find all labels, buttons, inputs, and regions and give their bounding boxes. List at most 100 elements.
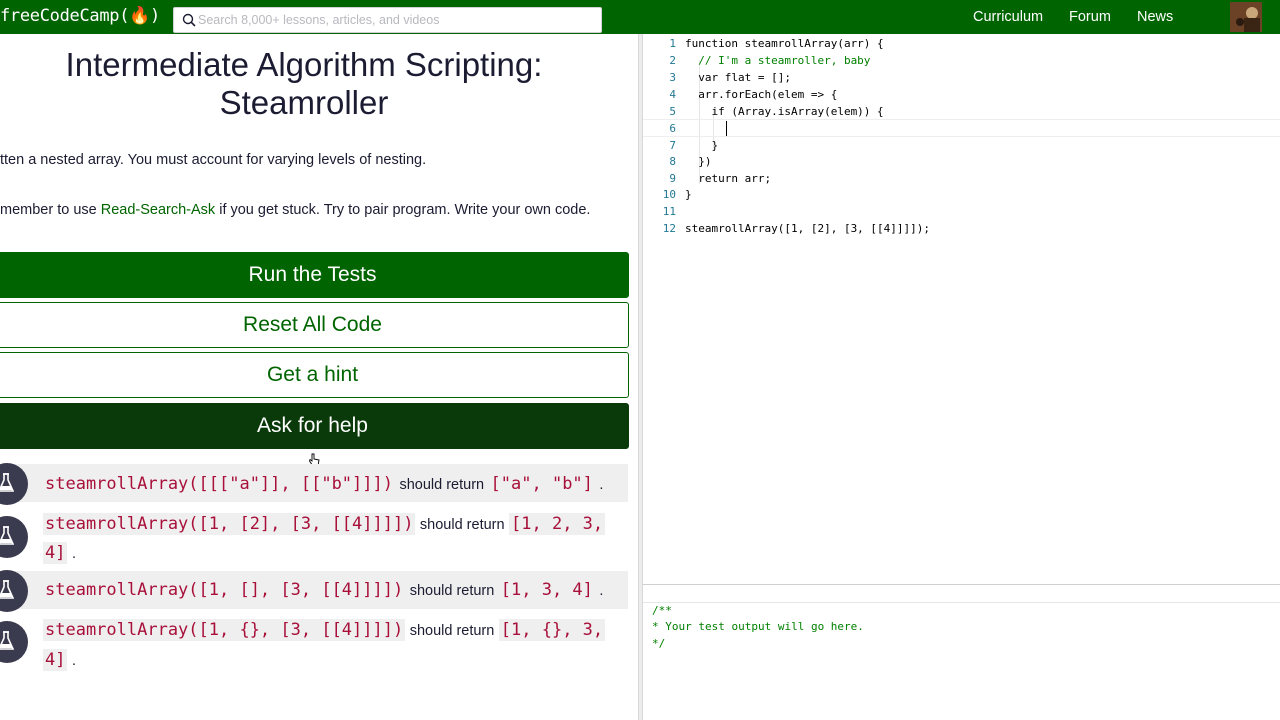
code-text[interactable]: } [685,186,692,203]
test-call-code: steamrollArray([1, [2], [3, [[4]]]]) [43,513,416,535]
code-text[interactable]: function steamrollArray(arr) { [685,35,884,52]
search-icon [182,13,196,27]
test-text-wrap: 4] . [43,542,76,564]
avatar[interactable] [1230,2,1262,32]
test-mid-text: should return [399,477,485,493]
flask-icon [0,473,14,492]
code-text[interactable] [685,120,725,137]
test-status-badge [0,621,28,663]
output-divider [643,584,1280,585]
line-number: 10 [662,188,676,201]
line-number: 12 [662,222,676,235]
code-line[interactable]: 12 steamrollArray([1, [2], [3, [[4]]]]); [643,220,1280,237]
nav-link-curriculum[interactable]: Curriculum [973,9,1043,25]
code-text[interactable]: arr.forEach(elem => { [685,86,837,103]
test-expected-code-cont: 4] [43,542,68,564]
run-tests-button[interactable]: Run the Tests [0,252,629,298]
test-expected-code: ["a", "b"] [488,473,595,495]
line-number: 8 [669,155,676,168]
code-text[interactable]: var flat = []; [685,69,791,86]
get-hint-button[interactable]: Get a hint [0,352,629,398]
test-end-text: . [71,546,76,562]
code-line[interactable]: 8 }) [643,153,1280,170]
nav-link-news[interactable]: News [1137,9,1173,25]
test-item: steamrollArray([1, [2], [3, [[4]]]]) sho… [0,504,628,566]
test-end-text: . [71,653,76,669]
title-line-1: Intermediate Algorithm Scripting: [65,46,543,83]
test-status-badge [0,570,28,612]
test-status-badge [0,516,28,558]
top-nav: freeCodeCamp(🔥) Search 8,000+ lessons, a… [0,0,1280,34]
test-item: steamrollArray([[["a"]], [["b"]]]) shoul… [0,463,628,505]
line-number: 2 [669,54,676,67]
fcc-logo[interactable]: freeCodeCamp(🔥) [0,6,160,26]
flask-icon [0,580,14,599]
code-text[interactable]: if (Array.isArray(elem)) { [685,103,883,120]
test-expected-code: [1, {}, 3, [498,619,606,641]
test-call-code: steamrollArray([1, [], [3, [[4]]]]) [43,579,406,601]
code-text[interactable]: }) [685,153,711,170]
code-text[interactable]: } [685,137,718,154]
test-expected-code-cont: 4] [43,649,68,671]
line-number: 11 [662,205,676,218]
test-end-text: . [599,477,604,493]
test-expected-code: [1, 3, 4] [498,579,595,601]
output-line: /** [652,604,672,617]
test-mid-text: should return [409,583,495,599]
flask-icon [0,526,14,545]
code-line[interactable]: 3 var flat = []; [643,69,1280,86]
code-line[interactable]: 5 if (Array.isArray(elem)) { [643,103,1280,120]
code-text[interactable]: return arr; [685,170,771,187]
code-text[interactable]: steamrollArray([1, [2], [3, [[4]]]]); [685,220,930,237]
avatar-icon [1230,2,1262,32]
search-placeholder[interactable]: Search 8,000+ lessons, articles, and vid… [198,13,439,27]
code-line-active[interactable]: 6 [643,119,1280,137]
nav-link-forum[interactable]: Forum [1069,9,1111,25]
title-line-2: Steamroller [219,84,389,121]
line-number: 1 [669,37,676,50]
test-expected-code: [1, 2, 3, [509,513,606,535]
output-divider-inner [643,602,1280,603]
challenge-pane: Intermediate Algorithm Scripting: Steamr… [0,34,638,720]
code-line[interactable]: 7 } [643,137,1280,154]
line-number: 7 [669,139,676,152]
flask-icon [0,631,14,650]
test-call-code: steamrollArray([1, {}, [3, [[4]]]]) [43,619,406,641]
test-call-code: steamrollArray([[["a"]], [["b"]]]) [43,473,395,495]
test-mid-text: should return [419,517,505,533]
code-line[interactable]: 11 [643,203,1280,220]
code-line[interactable]: 4 arr.forEach(elem => { [643,86,1280,103]
code-line[interactable]: 1 function steamrollArray(arr) { [643,35,1280,52]
test-text: steamrollArray([1, {}, [3, [[4]]]]) shou… [43,619,606,641]
test-status-badge [0,463,28,505]
read-search-ask-link[interactable]: Read-Search-Ask [101,202,215,218]
line-number: 4 [669,88,676,101]
instructions-text-pre: member to use [0,202,101,218]
output-line: * Your test output will go here. [652,620,864,633]
test-text-wrap: 4] . [43,649,76,671]
ask-for-help-button[interactable]: Ask for help [0,403,629,449]
line-number: 5 [669,105,676,118]
test-item: steamrollArray([1, {}, [3, [[4]]]]) shou… [0,611,628,673]
text-caret [726,121,727,136]
code-editor[interactable]: 1 function steamrollArray(arr) { 2 // I'… [643,34,1280,584]
test-end-text: . [599,583,604,599]
reset-code-button[interactable]: Reset All Code [0,302,629,348]
search-bar[interactable]: Search 8,000+ lessons, articles, and vid… [173,7,602,33]
page-title: Intermediate Algorithm Scripting: Steamr… [0,46,608,122]
app-root: freeCodeCamp(🔥) Search 8,000+ lessons, a… [0,0,1280,720]
line-number: 6 [669,122,676,135]
code-text[interactable]: // I'm a steamroller, baby [685,52,870,69]
code-line[interactable]: 9 return arr; [643,170,1280,187]
code-line[interactable]: 2 // I'm a steamroller, baby [643,52,1280,69]
instructions-text-post: if you get stuck. Try to pair program. W… [215,202,591,218]
test-item: steamrollArray([1, [], [3, [[4]]]]) shou… [0,570,628,612]
challenge-instructions: member to use Read-Search-Ask if you get… [0,202,590,218]
test-text: steamrollArray([1, [], [3, [[4]]]]) shou… [43,579,604,601]
code-line[interactable]: 10 } [643,186,1280,203]
output-line: */ [652,637,666,650]
line-number: 9 [669,172,676,185]
test-mid-text: should return [409,623,495,639]
test-text: steamrollArray([1, [2], [3, [[4]]]]) sho… [43,513,606,535]
test-text: steamrollArray([[["a"]], [["b"]]]) shoul… [43,473,604,495]
